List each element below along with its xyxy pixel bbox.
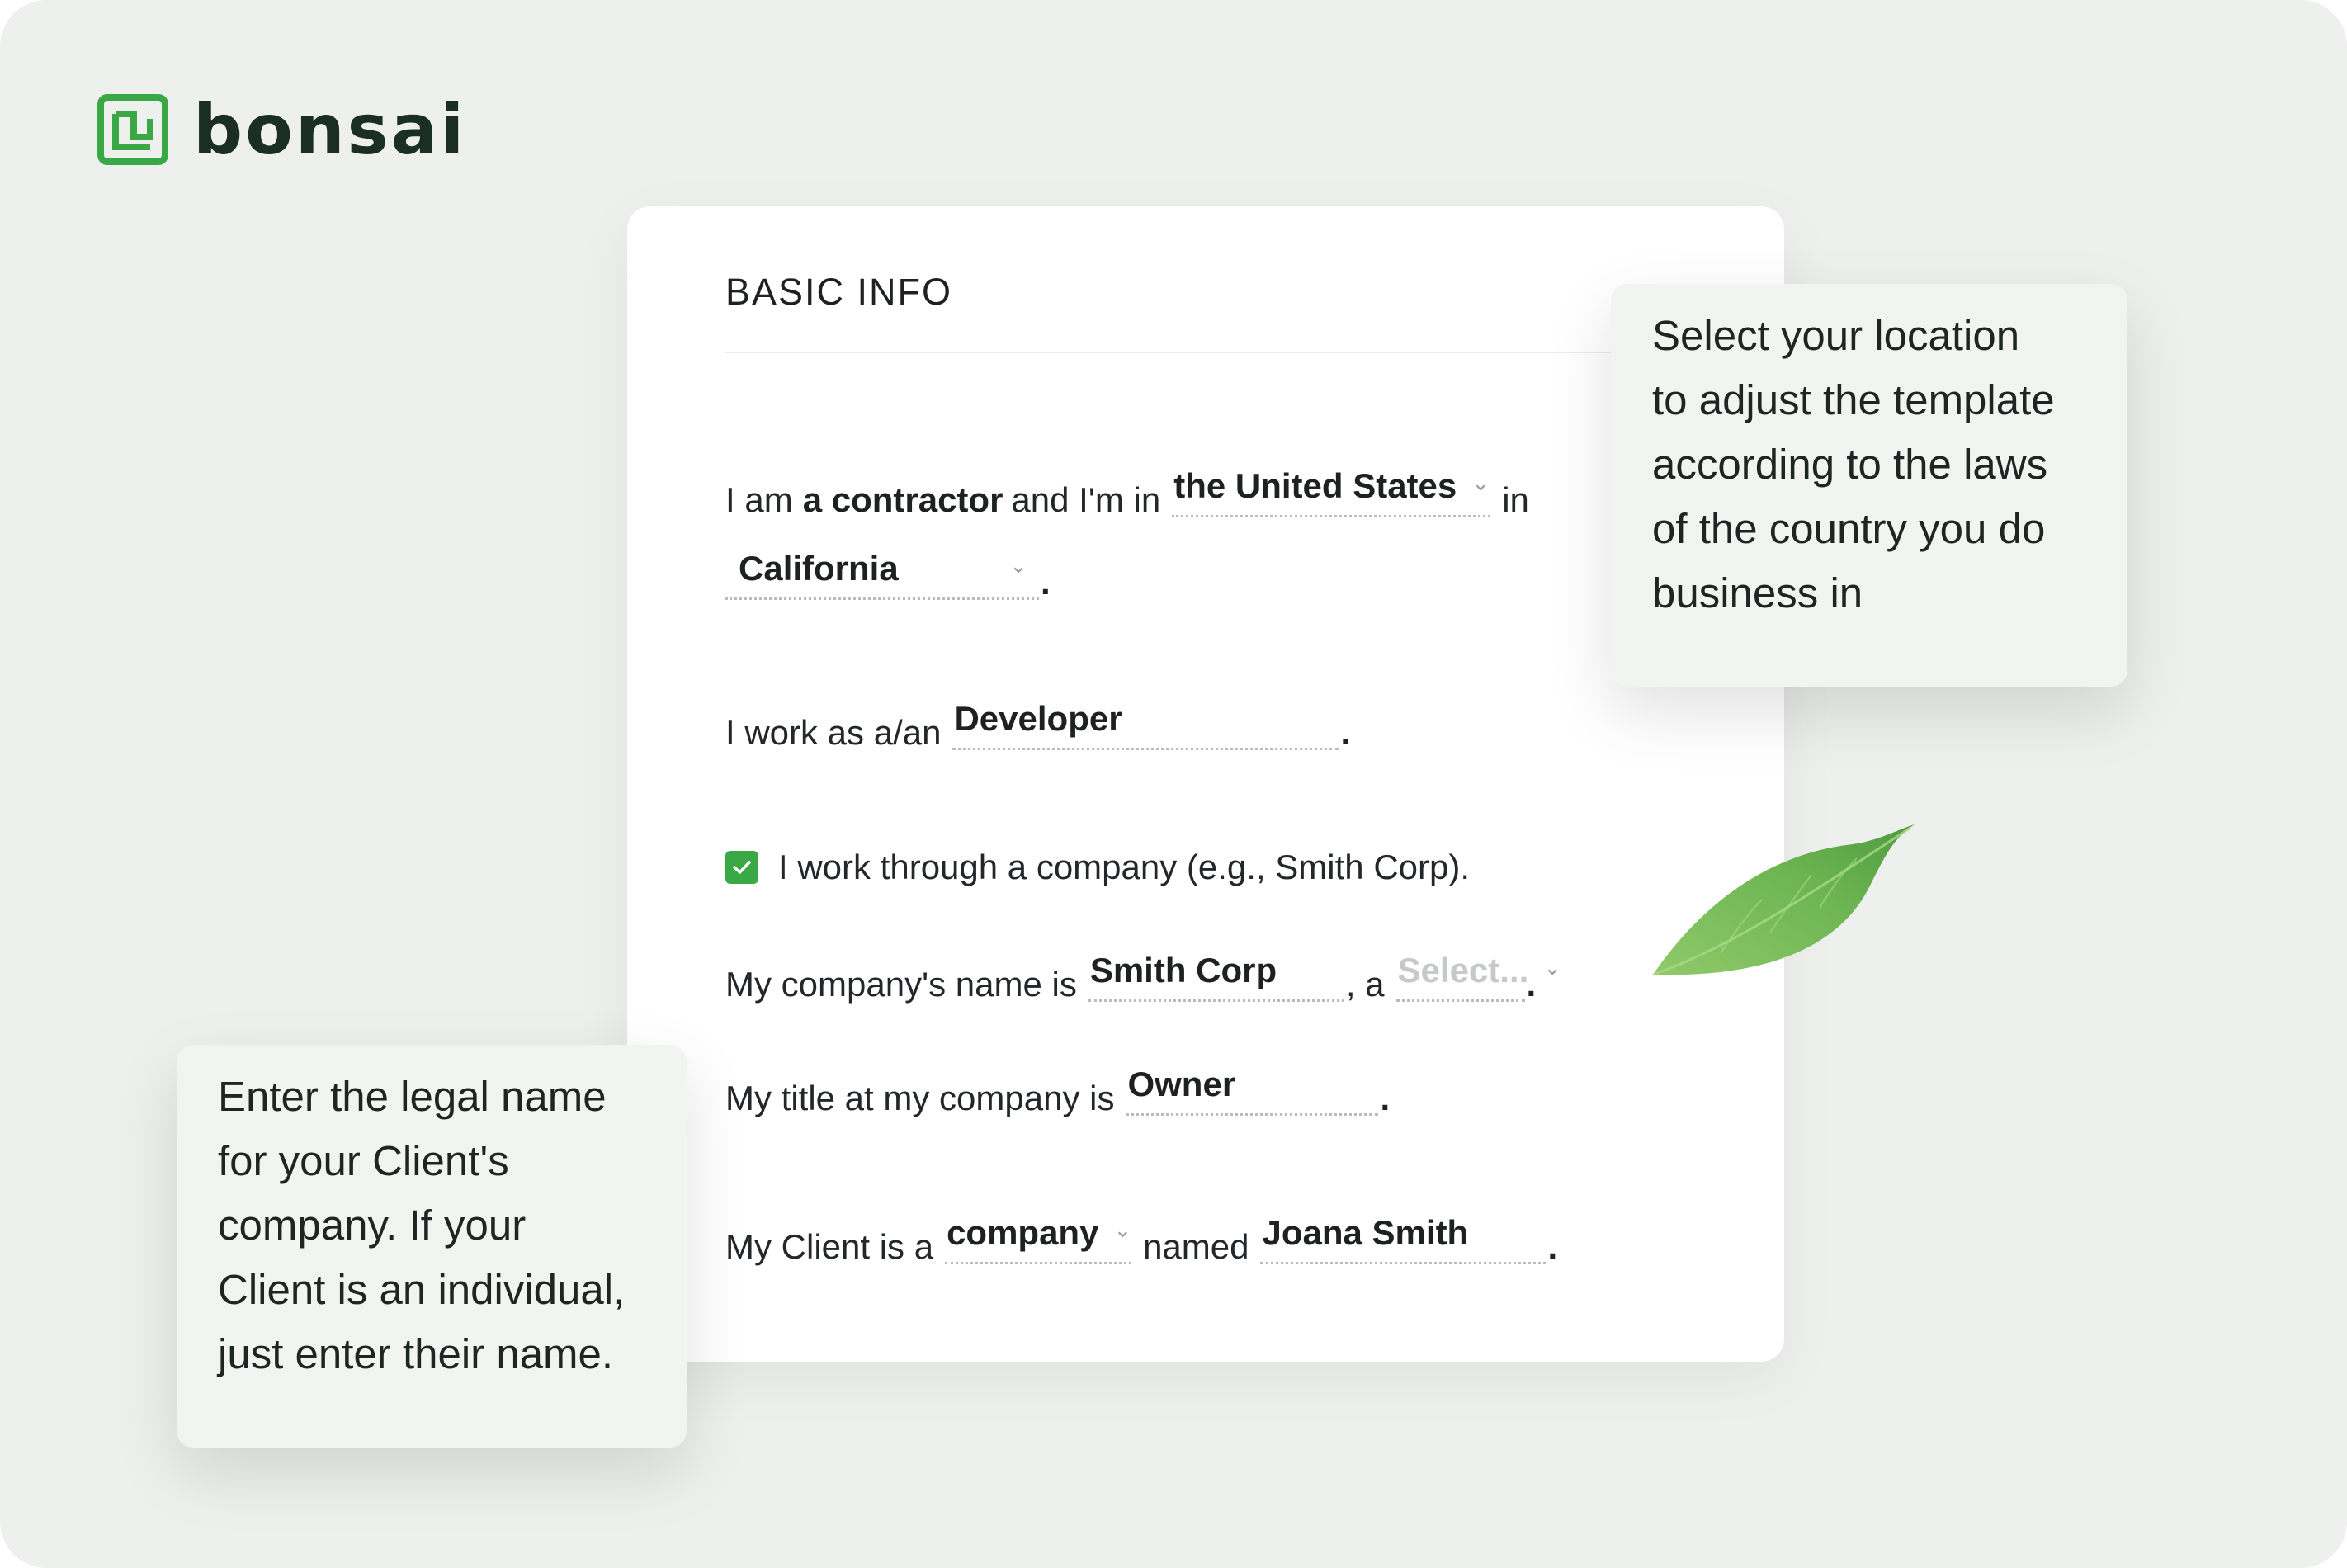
card-title: BASIC INFO xyxy=(725,271,953,313)
company-checkbox-row: I work through a company (e.g., Smith Co… xyxy=(725,850,1470,885)
row1-suffix: in xyxy=(1502,480,1529,519)
company-name-value: Smith Corp xyxy=(1089,951,1277,989)
tooltip-line: Enter the legal name xyxy=(218,1073,607,1120)
client-type-value: company xyxy=(947,1213,1099,1252)
client-name-tooltip: Enter the legal name for your Client's c… xyxy=(177,1045,687,1448)
country-value: the United States xyxy=(1174,466,1457,505)
row7-mid: named xyxy=(1143,1227,1249,1266)
tooltip-line: to adjust the template xyxy=(1652,376,2055,423)
company-name-input[interactable]: Smith Corp xyxy=(1088,953,1344,1002)
client-name-value: Joana Smith xyxy=(1262,1213,1469,1252)
tooltip-line: for your Client's xyxy=(218,1137,509,1184)
company-title-input[interactable]: Owner xyxy=(1126,1065,1379,1116)
leaf-icon xyxy=(1652,824,1915,976)
occupation-input[interactable]: Developer xyxy=(952,701,1339,750)
company-title-value: Owner xyxy=(1127,1065,1236,1103)
company-title-row: My title at my company is Owner . xyxy=(725,1067,1390,1116)
company-name-row: My company's name is Smith Corp , a Sele… xyxy=(725,953,1561,1004)
entity-type-placeholder: Select... xyxy=(1397,951,1529,989)
chevron-down-icon: ⌄ xyxy=(1009,553,1027,578)
state-row: California ⌄ . xyxy=(725,551,1051,600)
row5-prefix: My company's name is xyxy=(725,965,1077,1004)
tooltip-line: just enter their name. xyxy=(218,1330,614,1377)
company-checkbox-label: I work through a company (e.g., Smith Co… xyxy=(778,848,1471,886)
client-row: My Client is a company ⌄ named Joana Smi… xyxy=(725,1216,1557,1264)
row3-prefix: I work as a/an xyxy=(725,713,942,752)
location-tooltip: Select your location to adjust the templ… xyxy=(1611,284,2127,687)
bonsai-logo[interactable]: bonsai xyxy=(97,92,466,167)
row3-end: . xyxy=(1340,713,1351,752)
country-select[interactable]: the United States ⌄ xyxy=(1172,466,1491,517)
row6-end: . xyxy=(1380,1079,1391,1117)
brand-name: bonsai xyxy=(193,89,467,170)
tooltip-line: Client is an individual, xyxy=(218,1266,626,1313)
contractor-row: I am a contractor and I'm in the United … xyxy=(725,469,1529,517)
state-select[interactable]: California ⌄ xyxy=(725,551,1039,600)
row7-end: . xyxy=(1547,1227,1558,1266)
company-checkbox[interactable] xyxy=(725,851,758,884)
row1-prefix: I am xyxy=(725,480,793,519)
row2-end: . xyxy=(1041,563,1051,602)
tooltip-line: company. If your xyxy=(218,1202,527,1249)
tooltip-line: of the country you do xyxy=(1652,505,2046,552)
occupation-value: Developer xyxy=(954,699,1122,738)
row1-mid: and I'm in xyxy=(1011,480,1161,519)
tooltip-line: business in xyxy=(1652,569,1863,616)
chevron-down-icon: ⌄ xyxy=(1543,955,1562,980)
state-value: California xyxy=(739,549,899,588)
canvas: bonsai BASIC INFO I am a contractor and … xyxy=(0,0,2347,1568)
row6-prefix: My title at my company is xyxy=(725,1079,1115,1117)
client-type-select[interactable]: company ⌄ xyxy=(945,1216,1131,1264)
chevron-down-icon: ⌄ xyxy=(1471,470,1490,495)
bonsai-logo-icon xyxy=(97,94,168,165)
occupation-row: I work as a/an Developer . xyxy=(725,701,1350,750)
role-value: a contractor xyxy=(802,480,1003,519)
row7-prefix: My Client is a xyxy=(725,1227,934,1266)
tooltip-line: Select your location xyxy=(1652,312,2020,359)
client-name-input[interactable]: Joana Smith xyxy=(1260,1213,1547,1264)
tooltip-line: according to the laws xyxy=(1652,441,2048,488)
row5-sep: , a xyxy=(1345,965,1385,1004)
check-icon xyxy=(733,861,751,874)
chevron-down-icon: ⌄ xyxy=(1113,1217,1132,1242)
entity-type-select[interactable]: Select... ⌄ xyxy=(1395,953,1561,1002)
